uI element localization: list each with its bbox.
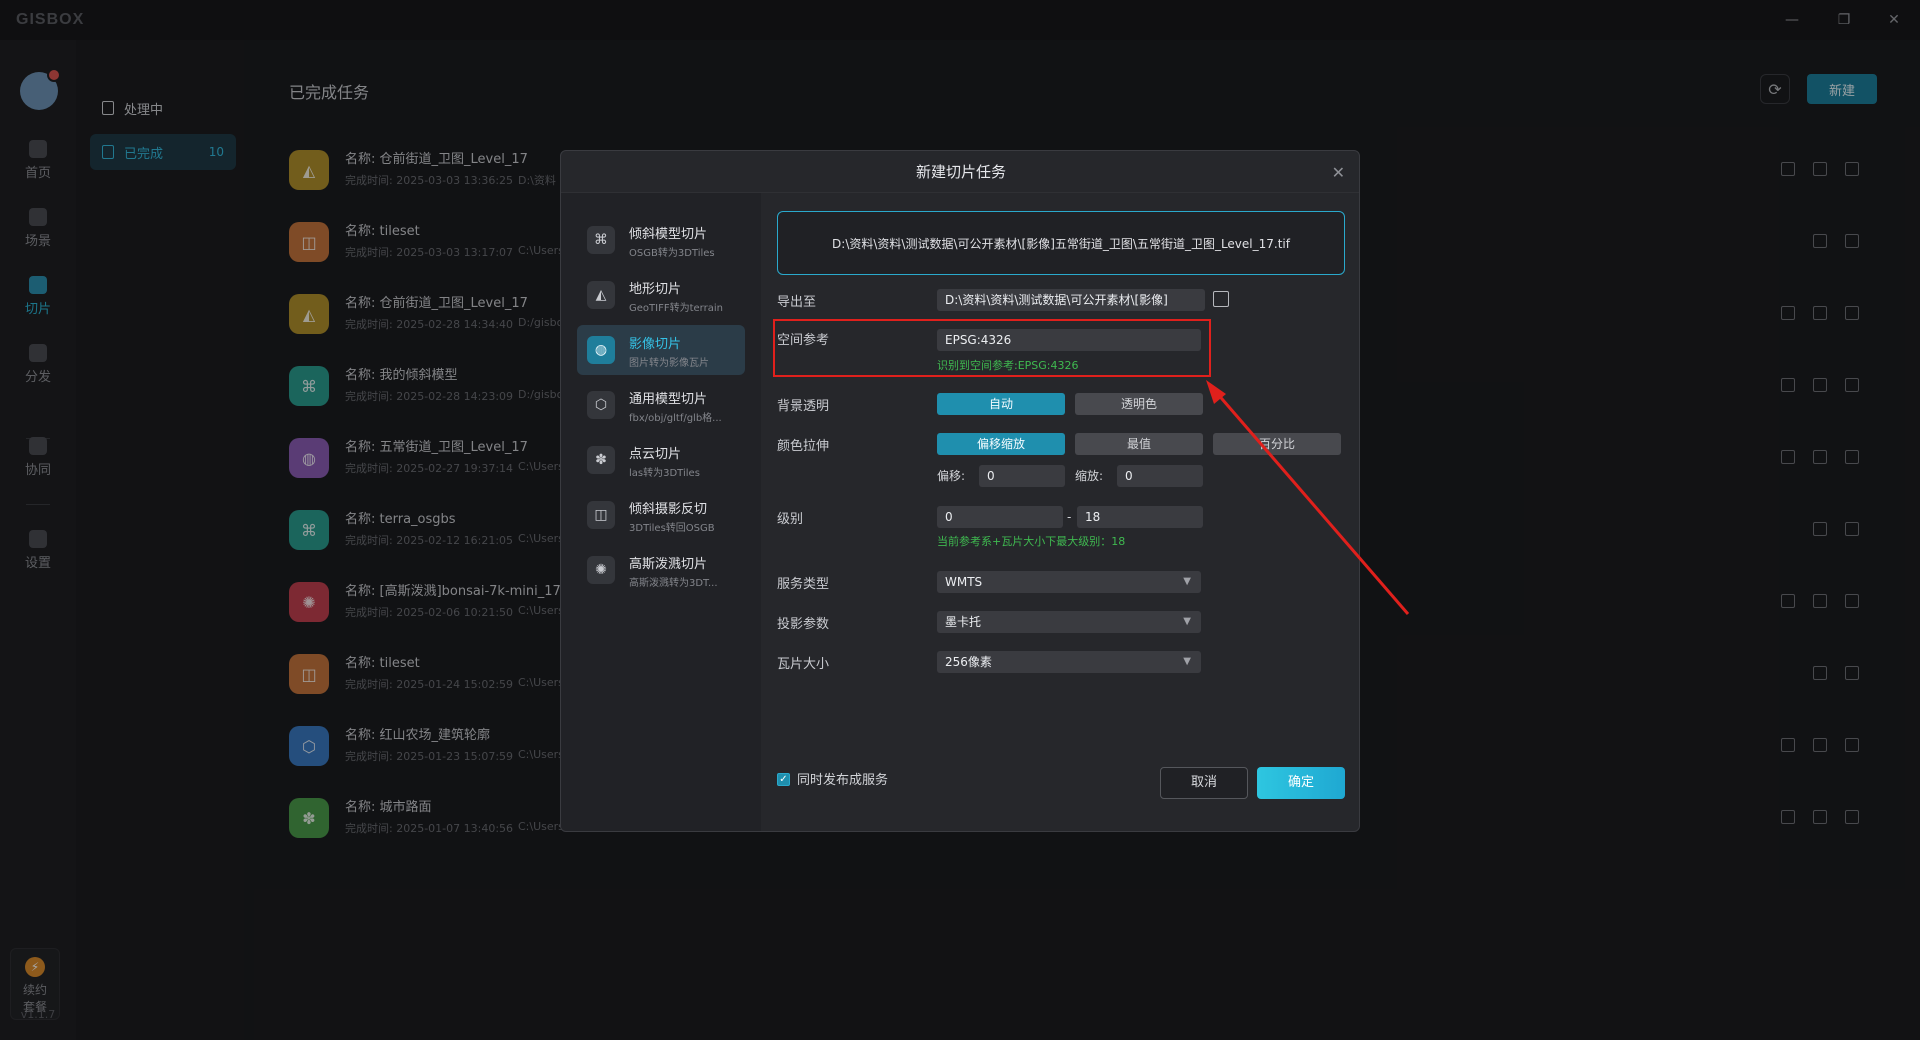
level-min-input[interactable]: 0	[937, 506, 1063, 528]
dialog-form: D:\资料\资料\测试数据\可公开素材\[影像]五常街道_卫图\五常街道_卫图_…	[761, 193, 1359, 831]
category-desc: GeoTIFF转为terrain	[629, 303, 723, 314]
export-label: 导出至	[777, 295, 817, 310]
dialog-close-icon[interactable]: ✕	[1332, 163, 1345, 182]
category-name: 倾斜摄影反切	[629, 502, 708, 517]
cancel-button[interactable]: 取消	[1160, 767, 1248, 799]
category-icon: ✽	[587, 446, 615, 474]
offset-label: 偏移:	[937, 469, 966, 483]
level-separator: -	[1067, 510, 1072, 524]
publish-checkbox[interactable]: ✓	[777, 773, 790, 786]
tile-size-select[interactable]: 256像素 ▼	[937, 651, 1201, 673]
publish-label: 同时发布成服务	[797, 773, 889, 788]
tile-category-item[interactable]: ⬡ 通用模型切片 fbx/obj/gltf/glb格...	[577, 380, 745, 430]
scale-input[interactable]: 0	[1117, 465, 1203, 487]
category-desc: 图片转为影像瓦片	[629, 358, 709, 369]
category-name: 高斯泼溅切片	[629, 557, 708, 572]
bg-transparent-label: 背景透明	[777, 399, 830, 414]
stretch-option-minmax[interactable]: 最值	[1075, 433, 1203, 455]
tile-category-item[interactable]: ✺ 高斯泼溅切片高斯泼溅转为3DT...	[577, 545, 745, 595]
chevron-down-icon: ▼	[1183, 656, 1191, 667]
category-icon: ◭	[587, 281, 615, 309]
category-icon: ◫	[587, 501, 615, 529]
category-icon: ⬡	[587, 391, 615, 419]
tile-size-label: 瓦片大小	[777, 657, 830, 672]
category-name: 通用模型切片	[629, 392, 708, 407]
color-stretch-label: 颜色拉伸	[777, 439, 830, 454]
stretch-option-offset[interactable]: 偏移缩放	[937, 433, 1065, 455]
tile-category-item[interactable]: ◫ 倾斜摄影反切 3DTiles转回OSGB	[577, 490, 745, 540]
category-name: 点云切片	[629, 447, 682, 462]
projection-select[interactable]: 墨卡托 ▼	[937, 611, 1201, 633]
bg-option-auto[interactable]: 自动	[937, 393, 1065, 415]
category-icon: ◍	[587, 336, 615, 364]
tile-category-item[interactable]: ◍ 影像切片图片转为影像瓦片	[577, 325, 745, 375]
dialog-title: 新建切片任务	[561, 151, 1359, 193]
scale-label: 缩放:	[1075, 469, 1104, 483]
folder-icon[interactable]	[1213, 291, 1229, 307]
chevron-down-icon: ▼	[1183, 576, 1191, 587]
service-type-label: 服务类型	[777, 577, 830, 592]
bg-option-transparent[interactable]: 透明色	[1075, 393, 1203, 415]
category-desc: 高斯泼溅转为3DT...	[629, 578, 718, 589]
category-desc: OSGB转为3DTiles	[629, 248, 715, 259]
export-path-input[interactable]: D:\资料\资料\测试数据\可公开素材\[影像]	[937, 289, 1205, 311]
highlight-box	[773, 319, 1211, 377]
category-desc: las转为3DTiles	[629, 468, 700, 479]
stretch-option-percent[interactable]: 百分比	[1213, 433, 1341, 455]
tile-category-item[interactable]: ⌘ 倾斜模型切片 OSGB转为3DTiles	[577, 215, 745, 265]
category-desc: fbx/obj/gltf/glb格...	[629, 413, 722, 424]
chevron-down-icon: ▼	[1183, 616, 1191, 627]
category-name: 倾斜模型切片	[629, 227, 708, 242]
offset-input[interactable]: 0	[979, 465, 1065, 487]
source-file-dropzone[interactable]: D:\资料\资料\测试数据\可公开素材\[影像]五常街道_卫图\五常街道_卫图_…	[777, 211, 1345, 275]
level-label: 级别	[777, 512, 804, 527]
category-name: 影像切片	[629, 337, 682, 352]
tile-category-item[interactable]: ✽ 点云切片 las转为3DTiles	[577, 435, 745, 485]
level-hint: 当前参考系+瓦片大小下最大级别：18	[937, 535, 1126, 548]
service-type-select[interactable]: WMTS ▼	[937, 571, 1201, 593]
tile-category-item[interactable]: ◭ 地形切片 GeoTIFF转为terrain	[577, 270, 745, 320]
category-name: 地形切片	[629, 282, 682, 297]
confirm-button[interactable]: 确定	[1257, 767, 1345, 799]
level-max-input[interactable]: 18	[1077, 506, 1203, 528]
category-desc: 3DTiles转回OSGB	[629, 523, 715, 534]
projection-label: 投影参数	[777, 617, 830, 632]
tile-category-list: ⌘ 倾斜模型切片 OSGB转为3DTiles ◭ 地形切片 GeoTIFF转为terrai…	[561, 193, 761, 831]
category-icon: ✺	[587, 556, 615, 584]
category-icon: ⌘	[587, 226, 615, 254]
new-tile-task-dialog: 新建切片任务 ✕ ⌘ 倾斜模型切片 OSGB转为3DTiles ◭ 地形切片 GeoTIF…	[560, 150, 1360, 832]
